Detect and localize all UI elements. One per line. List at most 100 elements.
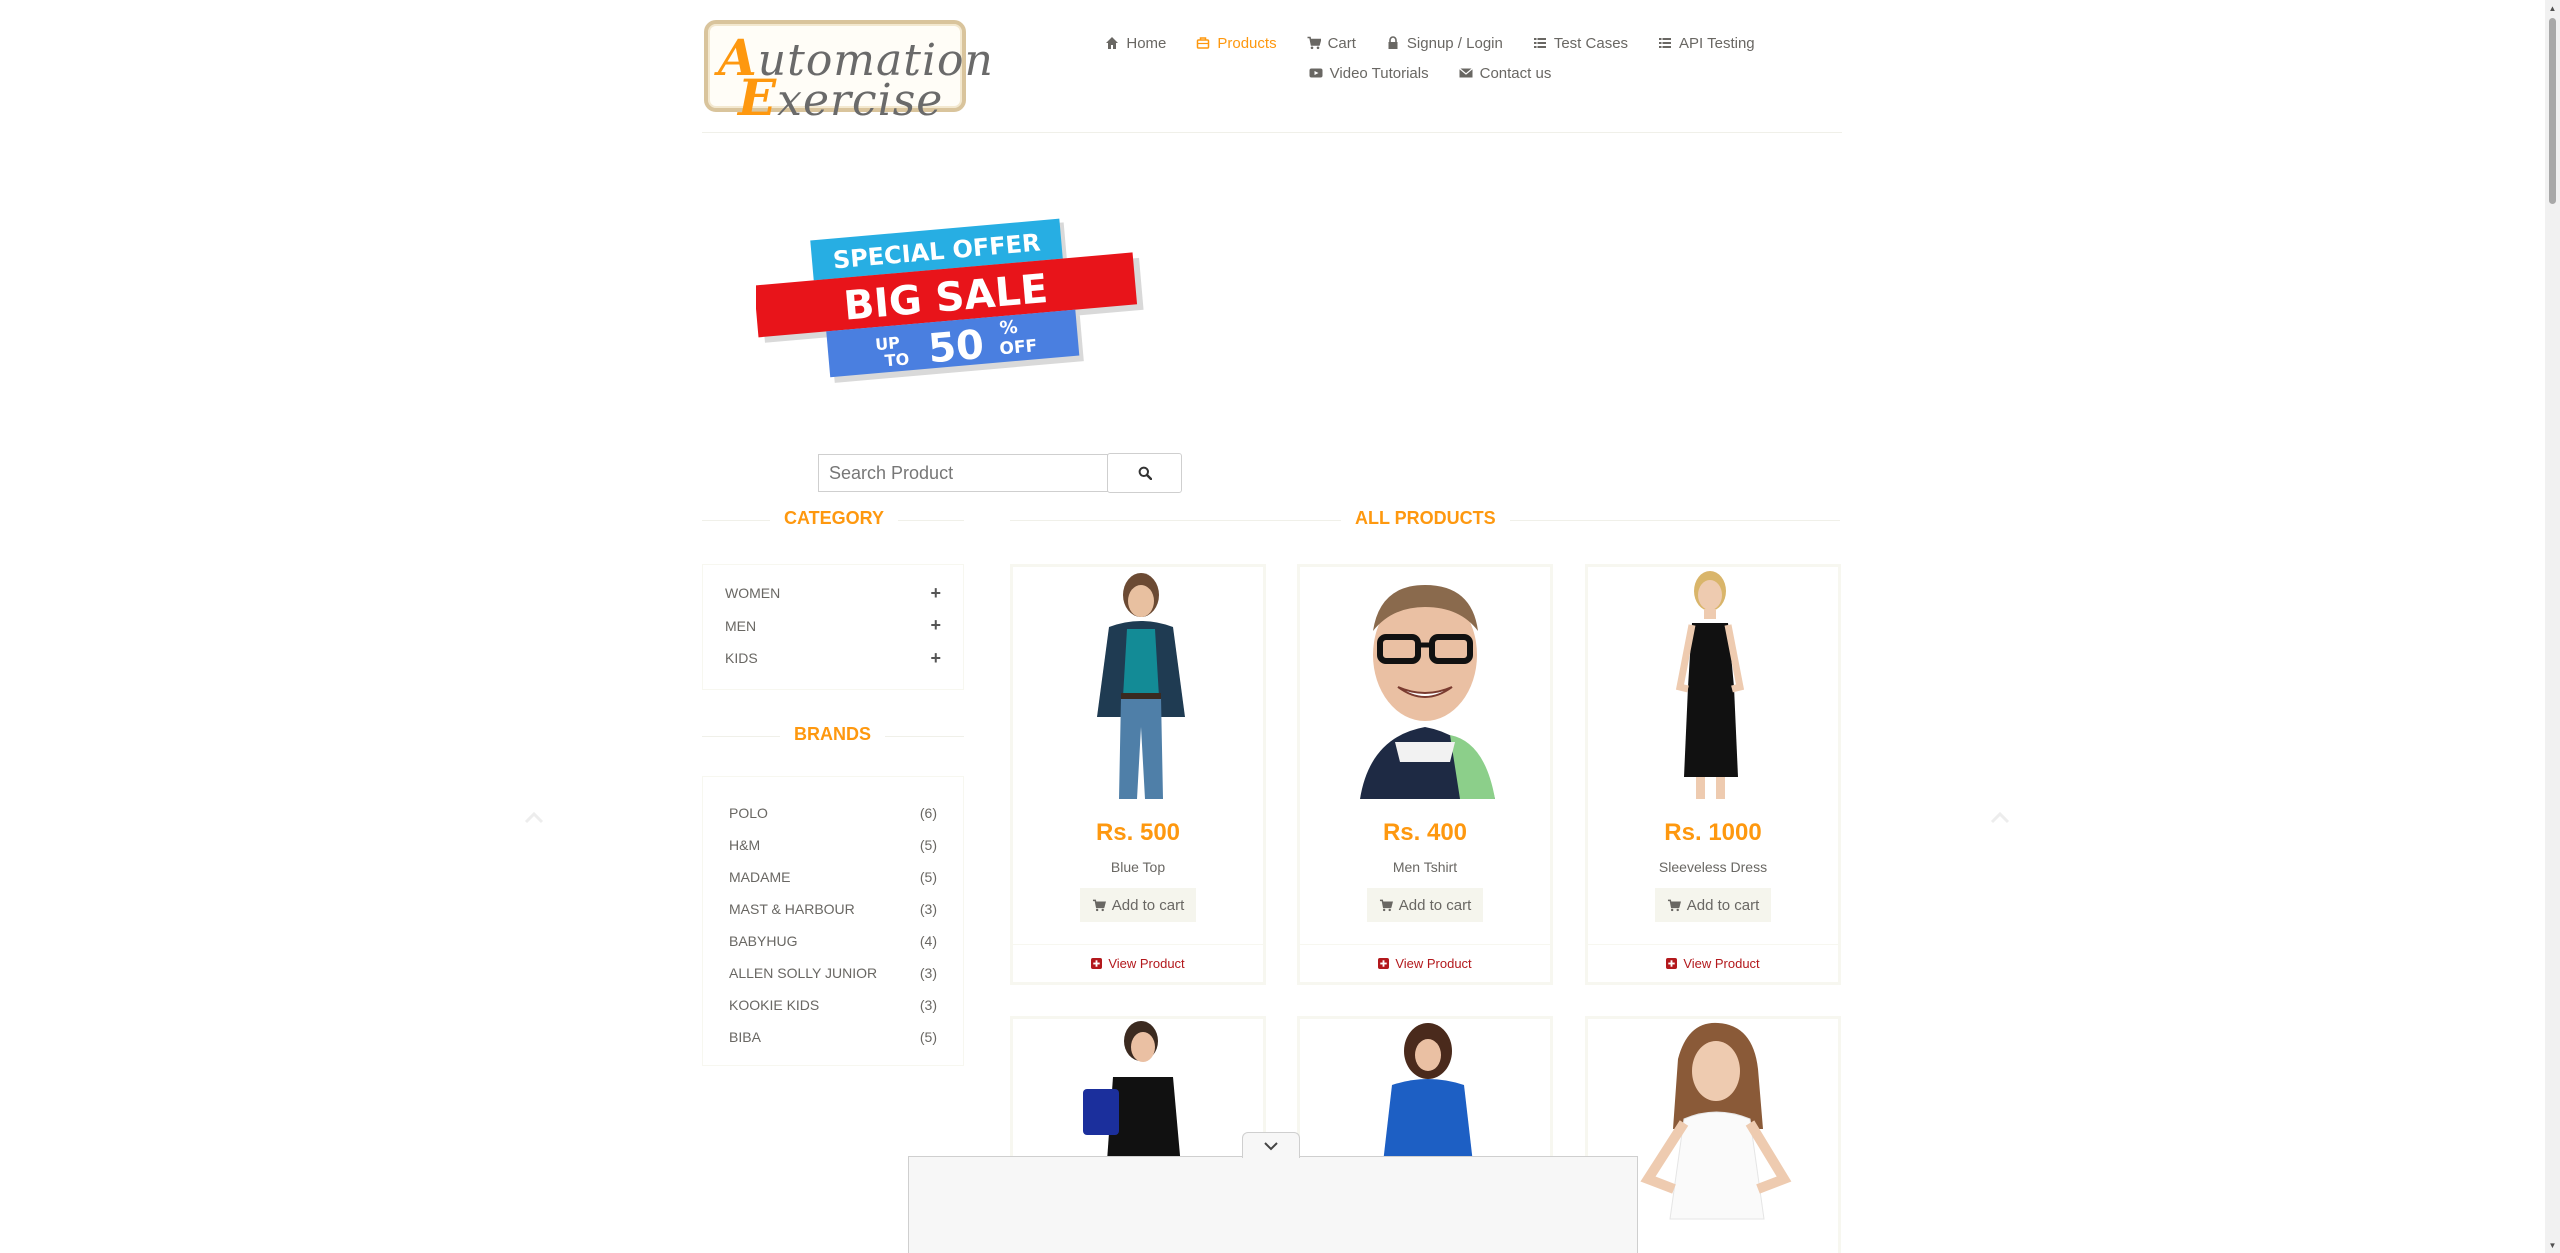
all-products-title: All Products	[1341, 508, 1510, 529]
category-women-label: Women	[725, 585, 781, 602]
scroll-up-icon[interactable]: ▲	[2545, 0, 2560, 16]
category-panel: Women + Men + Kids +	[702, 564, 964, 690]
category-title: Category	[770, 508, 899, 529]
product-name: Men Tshirt	[1392, 859, 1458, 875]
brands-panel: Polo (6) H&M (5) Madame (5) Mast & Harbour (…	[702, 776, 964, 1066]
brand-kookie-kids[interactable]: Kookie Kids (3)	[729, 989, 937, 1021]
nav-contact-us[interactable]: Contact us	[1444, 65, 1567, 82]
cart-icon	[1307, 36, 1321, 50]
plus-icon[interactable]: +	[930, 615, 941, 636]
category-men-label: Men	[725, 617, 757, 634]
list-icon	[1659, 38, 1672, 48]
carousel-left-icon[interactable]	[520, 804, 548, 832]
banner-off: OFF	[999, 336, 1038, 359]
product-card: Rs. 1000 Sleeveless Dress Add to cart Vi…	[1585, 564, 1841, 985]
brand-count: (3)	[919, 997, 937, 1013]
nav-test-cases[interactable]: Test Cases	[1518, 35, 1643, 52]
logo-text-bottom: Exercise	[738, 68, 943, 127]
banner-percent: %	[999, 317, 1019, 339]
product-image-men-tshirt	[1300, 567, 1550, 799]
page: Automation Exercise Home Products Cart S…	[0, 0, 2560, 1253]
scrollbar-thumb[interactable]	[2549, 18, 2556, 204]
cart-icon	[1379, 899, 1393, 911]
plus-square-icon	[1091, 958, 1103, 969]
add-to-cart-button[interactable]: Add to cart	[1367, 888, 1483, 922]
main-nav: Home Products Cart Signup / Login Test C…	[1100, 28, 1760, 88]
brand-hm[interactable]: H&M (5)	[729, 829, 937, 861]
youtube-icon	[1309, 68, 1323, 78]
ad-collapse-button[interactable]	[1242, 1132, 1300, 1158]
plus-icon[interactable]: +	[930, 648, 941, 669]
cart-icon	[1092, 899, 1106, 911]
add-to-cart-label: Add to cart	[1111, 896, 1185, 914]
products-icon	[1197, 37, 1210, 49]
brand-madame[interactable]: Madame (5)	[729, 861, 937, 893]
nav-api-testing-label: API Testing	[1679, 34, 1755, 52]
nav-products[interactable]: Products	[1181, 35, 1291, 52]
brand-count: (5)	[919, 837, 937, 853]
product-name: Sleeveless Dress	[1658, 859, 1768, 875]
view-product-link[interactable]: View Product	[1300, 945, 1550, 982]
brand-mast-harbour[interactable]: Mast & Harbour (3)	[729, 893, 937, 925]
brand-allen-solly-junior[interactable]: Allen Solly Junior (3)	[729, 957, 937, 989]
brand-polo[interactable]: Polo (6)	[729, 797, 937, 829]
nav-cart[interactable]: Cart	[1292, 35, 1371, 52]
lock-icon	[1388, 36, 1398, 49]
cart-icon	[1667, 899, 1681, 911]
search-input[interactable]	[818, 454, 1108, 492]
envelope-icon	[1458, 68, 1473, 78]
view-product-label: View Product	[1683, 956, 1760, 971]
nav-api-testing[interactable]: API Testing	[1643, 35, 1770, 52]
brand-name: Mast & Harbour	[729, 901, 855, 917]
product-image-sleeveless-dress	[1588, 567, 1838, 799]
nav-cart-label: Cart	[1327, 34, 1356, 52]
plus-square-icon	[1378, 958, 1390, 969]
product-price: Rs. 400	[1382, 819, 1468, 846]
logo-initial-e: E	[738, 68, 778, 127]
product-price: Rs. 500	[1095, 819, 1181, 846]
product-image-blue-top	[1013, 567, 1263, 799]
nav-home-label: Home	[1126, 34, 1167, 52]
add-to-cart-button[interactable]: Add to cart	[1080, 888, 1196, 922]
plus-icon[interactable]: +	[930, 583, 941, 604]
nav-home[interactable]: Home	[1090, 35, 1181, 52]
brand-name: H&M	[729, 837, 761, 853]
category-kids-label: Kids	[725, 650, 758, 667]
site-logo[interactable]: Automation Exercise	[704, 20, 993, 127]
view-product-label: View Product	[1108, 956, 1185, 971]
nav-test-cases-label: Test Cases	[1553, 34, 1629, 52]
brand-name: Biba	[729, 1029, 761, 1045]
brand-biba[interactable]: Biba (5)	[729, 1021, 937, 1053]
view-product-link[interactable]: View Product	[1013, 945, 1263, 982]
brand-count: (3)	[919, 901, 937, 917]
nav-contact-us-label: Contact us	[1479, 64, 1552, 82]
nav-products-label: Products	[1217, 34, 1277, 52]
brand-count: (3)	[919, 965, 937, 981]
category-men[interactable]: Men +	[725, 610, 941, 643]
brands-title: Brands	[780, 724, 886, 745]
nav-signup-login[interactable]: Signup / Login	[1371, 35, 1518, 52]
view-product-link[interactable]: View Product	[1588, 945, 1838, 982]
nav-row-1: Home Products Cart Signup / Login Test C…	[1100, 28, 1760, 58]
nav-video-tutorials[interactable]: Video Tutorials	[1294, 65, 1444, 82]
logo-rest-bottom: xercise	[777, 75, 944, 126]
nav-signup-login-label: Signup / Login	[1406, 34, 1503, 52]
add-to-cart-button[interactable]: Add to cart	[1655, 888, 1771, 922]
add-to-cart-label: Add to cart	[1398, 896, 1472, 914]
category-women[interactable]: Women +	[725, 577, 941, 610]
banner-to: TO	[884, 349, 910, 370]
brand-count: (5)	[919, 869, 937, 885]
brand-name: Polo	[729, 805, 768, 821]
category-kids[interactable]: Kids +	[725, 642, 941, 675]
ad-overlay	[908, 1156, 1638, 1253]
scroll-down-icon[interactable]: ▼	[2545, 1237, 2560, 1253]
nav-row-2: Video Tutorials Contact us	[1100, 58, 1760, 88]
list-icon	[1533, 38, 1546, 48]
view-product-label: View Product	[1395, 956, 1472, 971]
product-price: Rs. 1000	[1664, 819, 1762, 846]
brand-count: (6)	[919, 805, 937, 821]
search-button[interactable]	[1107, 453, 1182, 493]
brand-babyhug[interactable]: Babyhug (4)	[729, 925, 937, 957]
product-card: Rs. 400 Men Tshirt Add to cart View Prod…	[1297, 564, 1553, 985]
carousel-right-icon[interactable]	[1986, 804, 2014, 832]
